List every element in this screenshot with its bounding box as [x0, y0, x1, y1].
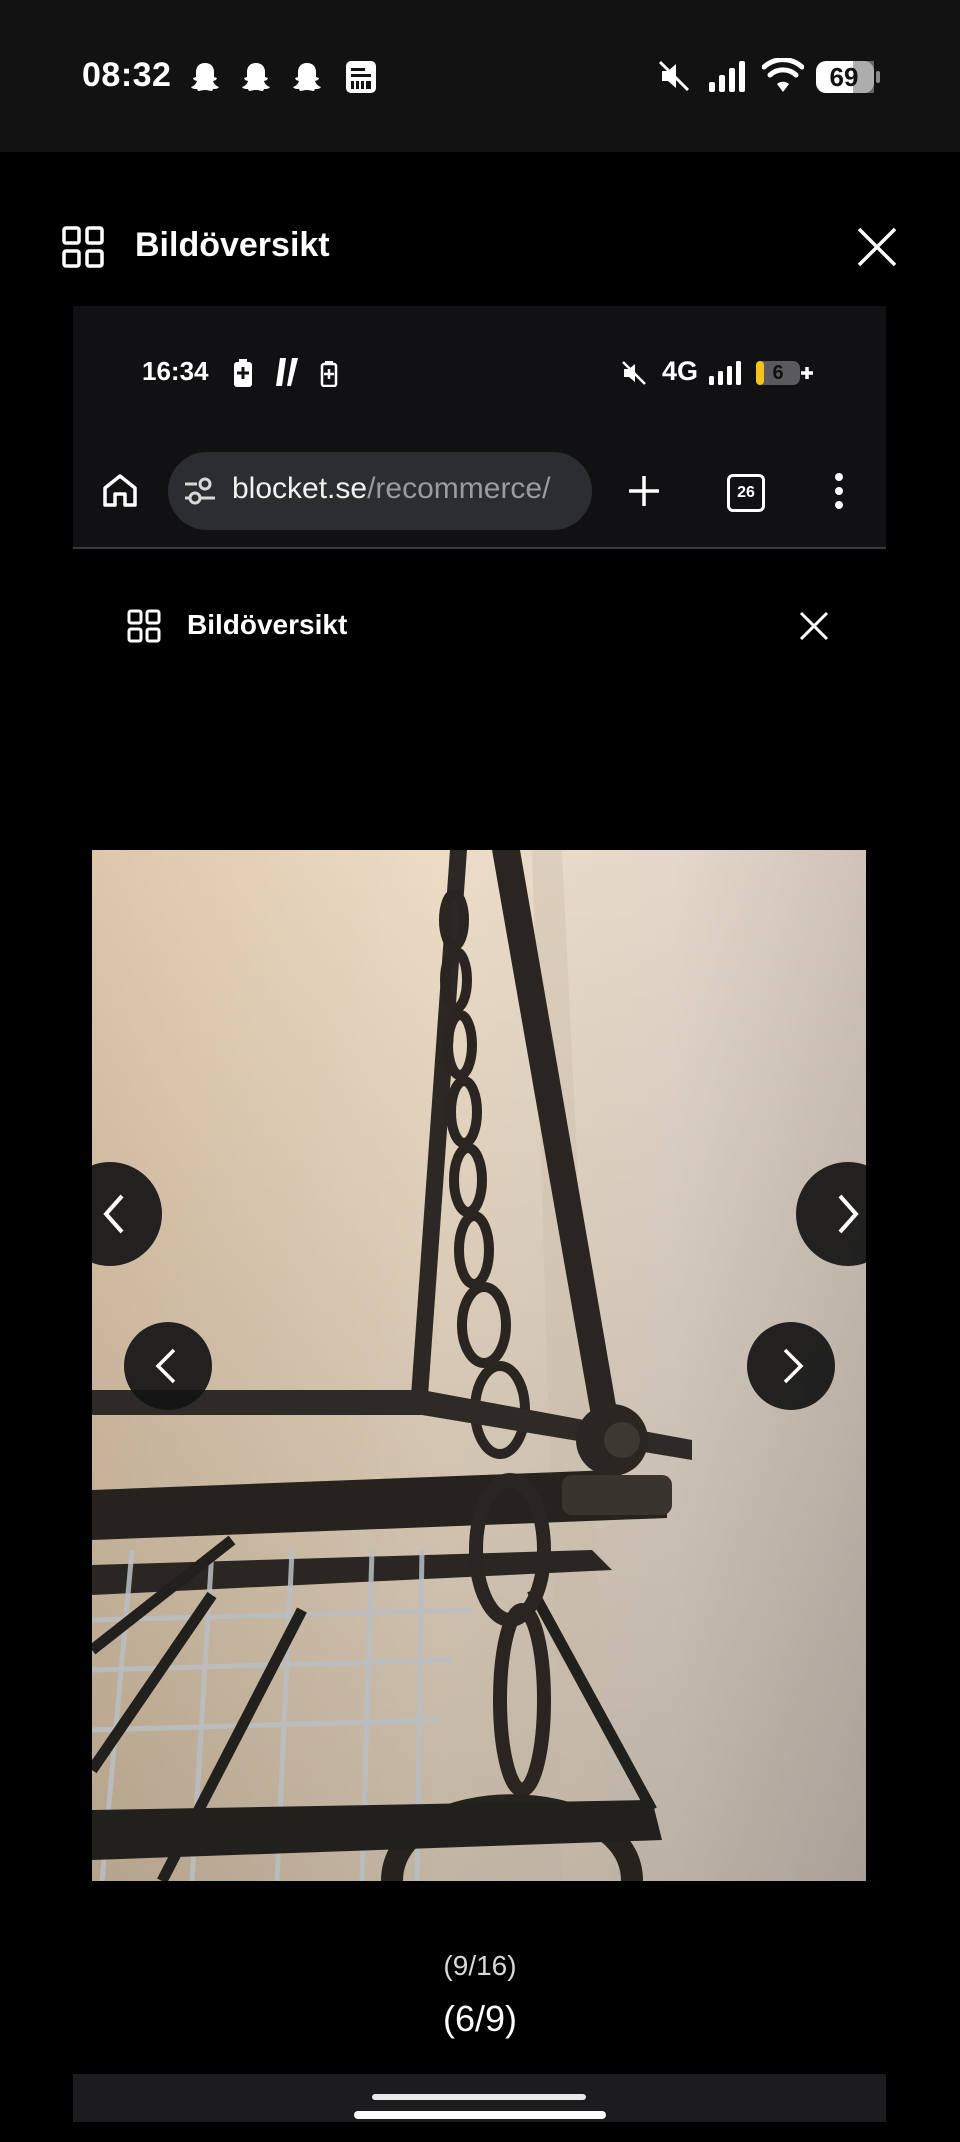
grid-icon[interactable] — [127, 609, 161, 643]
home-indicator[interactable] — [354, 2111, 606, 2119]
battery-small-icon — [320, 361, 338, 388]
next-button[interactable] — [796, 1162, 866, 1266]
divider — [73, 547, 886, 549]
site-settings-icon[interactable] — [183, 476, 217, 506]
app-icon — [276, 356, 300, 388]
inner-battery-level: 6 — [772, 362, 784, 384]
prev-button[interactable] — [92, 1162, 163, 1266]
status-time: 08:32 — [82, 56, 172, 94]
grid-icon[interactable] — [62, 226, 104, 268]
news-icon — [344, 60, 378, 94]
snapchat-icon — [239, 60, 273, 94]
snapchat-icon — [188, 60, 222, 94]
battery-saver-icon — [233, 359, 253, 387]
url-text[interactable]: blocket.se/recommerce/ — [232, 472, 578, 506]
inner-page-title: Bildöversikt — [187, 609, 348, 640]
more-icon[interactable] — [828, 472, 850, 510]
inner-home-indicator — [372, 2094, 586, 2100]
mute-icon — [620, 359, 648, 387]
image-counter: (6/9) — [442, 1998, 518, 2039]
url-path: /recommerce/ — [367, 472, 551, 505]
network-type: 4G — [662, 356, 699, 386]
page-title: Bildöversikt — [135, 226, 330, 264]
mute-icon — [656, 58, 692, 94]
inner-prev-button[interactable] — [124, 1322, 212, 1410]
tabs-button[interactable]: 26 — [727, 474, 765, 512]
inner-status-time: 16:34 — [142, 356, 209, 386]
close-icon[interactable] — [854, 224, 900, 270]
inner-next-button[interactable] — [747, 1322, 835, 1410]
inner-image-counter: (9/16) — [443, 1950, 517, 1981]
new-tab-icon[interactable] — [627, 474, 661, 508]
signal-icon — [708, 360, 744, 386]
url-host: blocket.se — [232, 472, 368, 505]
signal-icon — [708, 60, 748, 94]
home-icon[interactable] — [102, 472, 138, 508]
snapchat-icon — [290, 60, 324, 94]
battery-level: 69 — [829, 62, 859, 92]
wifi-icon — [761, 57, 805, 94]
close-icon[interactable] — [797, 609, 831, 643]
